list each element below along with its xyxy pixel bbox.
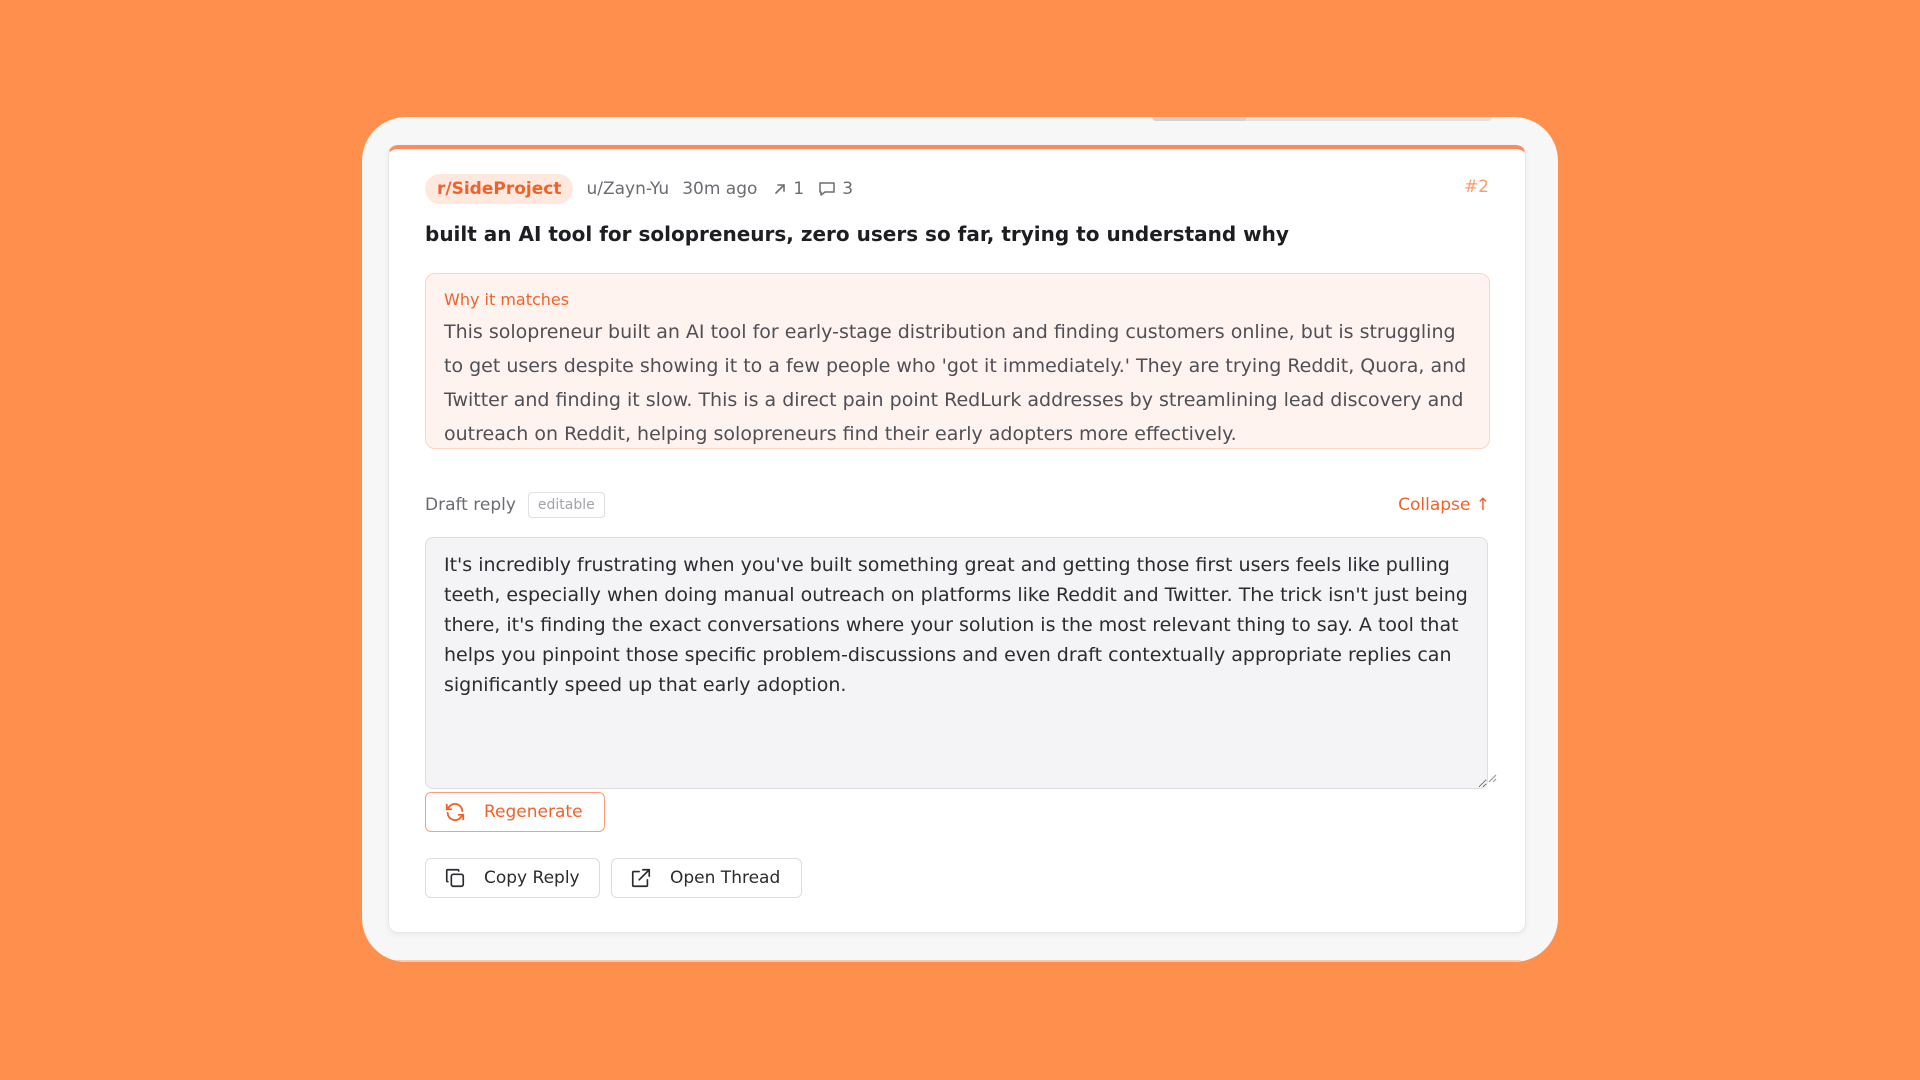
collapse-button[interactable]: Collapse ↑ — [1398, 495, 1490, 515]
regenerate-button[interactable]: Regenerate — [425, 792, 605, 832]
post-time: 30m ago — [682, 179, 758, 199]
editable-badge: editable — [527, 492, 605, 518]
post-card: r/SideProject u/Zayn-Yu 30m ago 1 3 #2 b… — [388, 145, 1526, 933]
external-link-icon — [631, 868, 651, 888]
subreddit-tag[interactable]: r/SideProject — [425, 174, 574, 204]
draft-label: Draft reply — [425, 495, 516, 515]
app-frame: r/SideProject u/Zayn-Yu 30m ago 1 3 #2 b… — [362, 117, 1558, 962]
upvote-value: 1 — [793, 179, 805, 199]
upvote-count: 1 — [773, 179, 804, 199]
match-text: This solopreneur built an AI tool for ea… — [444, 321, 1467, 445]
match-reason-box: Why it matches This solopreneur built an… — [425, 273, 1490, 449]
draft-reply-textarea[interactable]: It's incredibly frustrating when you've … — [425, 537, 1488, 789]
next-card-edge — [388, 960, 1526, 962]
post-index: #2 — [1463, 177, 1489, 197]
comment-value: 3 — [842, 179, 854, 199]
arrow-up-right-icon — [775, 184, 786, 194]
open-thread-button[interactable]: Open Thread — [611, 858, 802, 898]
refresh-icon — [445, 803, 465, 821]
regenerate-label: Regenerate — [484, 802, 583, 822]
post-author[interactable]: u/Zayn-Yu — [586, 179, 669, 199]
open-thread-label: Open Thread — [670, 868, 781, 888]
draft-header: Draft reply editable Collapse ↑ — [425, 489, 1490, 521]
copy-reply-button[interactable]: Copy Reply — [425, 858, 600, 898]
match-heading: Why it matches — [444, 290, 570, 309]
copy-reply-label: Copy Reply — [484, 868, 580, 888]
comment-icon — [819, 182, 835, 196]
comment-count: 3 — [818, 179, 853, 199]
post-title[interactable]: built an AI tool for solopreneurs, zero … — [425, 222, 1289, 246]
resize-handle-icon[interactable] — [1487, 773, 1497, 783]
post-meta: r/SideProject u/Zayn-Yu 30m ago 1 3 — [425, 173, 867, 205]
copy-icon — [445, 868, 465, 888]
top-tab-strip — [1152, 117, 1492, 121]
